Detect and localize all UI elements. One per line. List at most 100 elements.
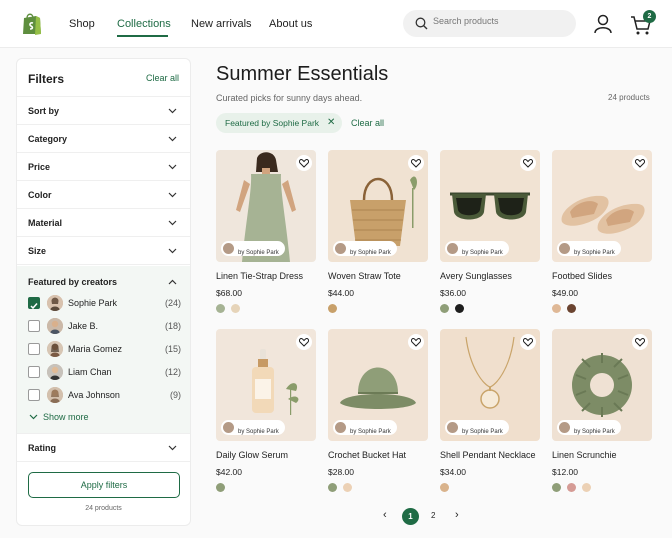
color-swatch[interactable] (567, 304, 576, 313)
nav-shop[interactable]: Shop (69, 18, 95, 30)
product-price: $44.00 (328, 288, 354, 298)
wishlist-heart-icon[interactable] (632, 334, 648, 350)
clear-all-filters-link[interactable]: Clear all (146, 73, 179, 83)
creator-byline: by Sophie Park (221, 420, 285, 435)
avatar (223, 243, 234, 254)
wishlist-heart-icon[interactable] (296, 155, 312, 171)
nav-new-arrivals[interactable]: New arrivals (191, 18, 252, 30)
product-price: $12.00 (552, 467, 578, 477)
chevron-down-icon (29, 414, 38, 420)
remove-filter-icon[interactable]: ✕ (327, 117, 335, 128)
filter-size[interactable]: Size (17, 237, 190, 265)
color-swatch[interactable] (440, 483, 449, 492)
filter-label: Category (28, 134, 68, 144)
store-logo-icon[interactable] (21, 12, 43, 36)
product-name[interactable]: Linen Scrunchie (552, 450, 617, 460)
chevron-down-icon (168, 136, 177, 142)
product-image-scrunchie[interactable]: by Sophie Park (552, 329, 652, 441)
creator-byline: by Sophie Park (445, 420, 509, 435)
color-swatch[interactable] (231, 304, 240, 313)
filter-label: Sort by (28, 106, 60, 116)
creator-option-jake-b[interactable]: Jake B. (18) (28, 317, 181, 335)
creator-option-sophie-park[interactable]: Sophie Park (24) (28, 294, 181, 312)
color-swatch[interactable] (216, 483, 225, 492)
product-name[interactable]: Daily Glow Serum (216, 450, 288, 460)
creator-name: Liam Chan (68, 367, 112, 377)
wishlist-heart-icon[interactable] (408, 155, 424, 171)
creator-byline: by Sophie Park (557, 420, 621, 435)
checkbox[interactable] (28, 320, 40, 332)
wishlist-heart-icon[interactable] (296, 334, 312, 350)
color-swatch[interactable] (552, 304, 561, 313)
color-swatch[interactable] (216, 304, 225, 313)
product-name[interactable]: Crochet Bucket Hat (328, 450, 406, 460)
chevron-down-icon (168, 164, 177, 170)
filter-label: Size (28, 246, 47, 256)
avatar (47, 364, 63, 380)
nav-about-us[interactable]: About us (269, 18, 312, 30)
color-swatch[interactable] (582, 483, 591, 492)
search-bar[interactable] (403, 10, 576, 37)
color-swatch[interactable] (552, 483, 561, 492)
wishlist-heart-icon[interactable] (408, 334, 424, 350)
color-swatch[interactable] (328, 483, 337, 492)
checkbox[interactable] (28, 389, 40, 401)
product-image-bucket-hat[interactable]: by Sophie Park (328, 329, 428, 441)
creator-name: Ava Johnson (68, 390, 120, 400)
wishlist-heart-icon[interactable] (520, 334, 536, 350)
product-name[interactable]: Linen Tie-Strap Dress (216, 271, 303, 281)
filter-material[interactable]: Material (17, 209, 190, 237)
product-image-slides[interactable]: by Sophie Park (552, 150, 652, 262)
filter-price[interactable]: Price (17, 153, 190, 181)
filter-color[interactable]: Color (17, 181, 190, 209)
product-name[interactable]: Footbed Slides (552, 271, 612, 281)
chevron-down-icon (168, 220, 177, 226)
page-2-button[interactable]: 2 (431, 511, 435, 520)
wishlist-heart-icon[interactable] (632, 155, 648, 171)
byline-text: by Sophie Park (238, 429, 279, 435)
filter-label: Color (28, 190, 52, 200)
color-swatch[interactable] (455, 304, 464, 313)
avatar (335, 243, 346, 254)
creator-option-maria-gomez[interactable]: Maria Gomez (15) (28, 340, 181, 358)
color-swatch[interactable] (567, 483, 576, 492)
filter-category[interactable]: Category (17, 125, 190, 153)
chevron-down-icon (168, 248, 177, 254)
color-swatch[interactable] (343, 483, 352, 492)
checkbox-checked[interactable] (28, 297, 40, 310)
color-swatch[interactable] (328, 304, 337, 313)
account-icon[interactable] (594, 14, 612, 34)
wishlist-heart-icon[interactable] (520, 155, 536, 171)
creator-byline: by Sophie Park (333, 420, 397, 435)
show-more-label: Show more (43, 412, 89, 422)
filter-sort-by[interactable]: Sort by (17, 97, 190, 125)
page-1-button[interactable]: 1 (402, 508, 419, 525)
nav-collections[interactable]: Collections (117, 18, 171, 30)
product-name[interactable]: Avery Sunglasses (440, 271, 512, 281)
byline-text: by Sophie Park (350, 429, 391, 435)
chevron-up-icon[interactable] (168, 279, 177, 285)
product-image-necklace[interactable]: by Sophie Park (440, 329, 540, 441)
search-input[interactable] (433, 16, 563, 26)
creator-option-liam-chan[interactable]: Liam Chan (12) (28, 363, 181, 381)
next-page-button[interactable]: › (455, 509, 459, 521)
checkbox[interactable] (28, 343, 40, 355)
color-swatch[interactable] (440, 304, 449, 313)
apply-filters-button[interactable]: Apply filters (28, 472, 180, 498)
filter-rating[interactable]: Rating (17, 434, 190, 462)
checkbox[interactable] (28, 366, 40, 378)
creator-byline: by Sophie Park (333, 241, 397, 256)
prev-page-button[interactable]: ‹ (383, 509, 387, 521)
product-image-serum[interactable]: by Sophie Park (216, 329, 316, 441)
avatar (47, 295, 63, 311)
product-image-sunglasses[interactable]: by Sophie Park (440, 150, 540, 262)
product-image-tote[interactable]: by Sophie Park (328, 150, 428, 262)
product-name[interactable]: Woven Straw Tote (328, 271, 401, 281)
product-image-dress[interactable]: by Sophie Park (216, 150, 316, 262)
check-icon (30, 303, 38, 310)
clear-all-chips-link[interactable]: Clear all (351, 118, 384, 128)
show-more-creators-link[interactable]: Show more (29, 412, 89, 422)
creator-option-ava-johnson[interactable]: Ava Johnson (9) (28, 386, 181, 404)
byline-text: by Sophie Park (350, 250, 391, 256)
product-name[interactable]: Shell Pendant Necklace (440, 450, 536, 460)
